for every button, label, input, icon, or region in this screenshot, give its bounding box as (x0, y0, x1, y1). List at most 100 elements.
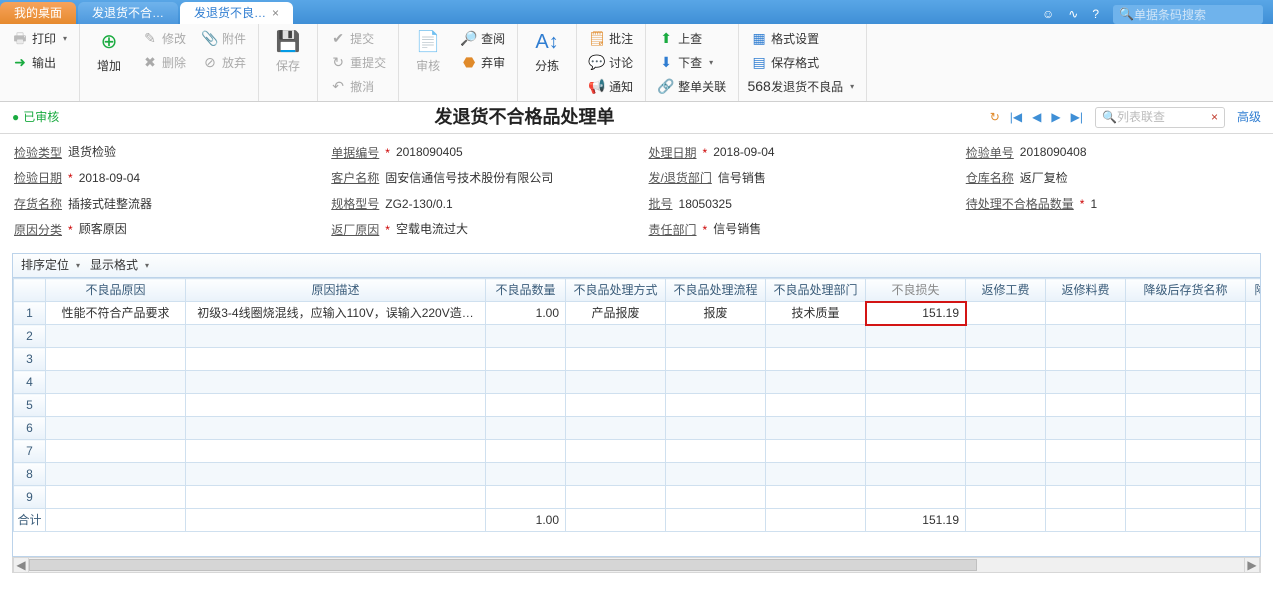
tab-doc-1[interactable]: 发退货不合… (78, 2, 178, 24)
scroll-left-icon[interactable]: ◀ (13, 558, 29, 572)
magnifier-icon: 🔎 (461, 31, 477, 47)
warehouse-label: 仓库名称 (966, 170, 1014, 187)
label: 保存 (276, 58, 300, 75)
tab-label: 我的桌面 (14, 5, 62, 22)
advanced-link[interactable]: 高级 (1237, 109, 1261, 126)
last-record-icon[interactable]: ▶| (1071, 109, 1083, 126)
col-defect-reason[interactable]: 不良品原因 (46, 279, 186, 302)
submit-button[interactable]: ✔提交 (326, 28, 390, 50)
label: 审核 (416, 58, 440, 75)
trace-down-button[interactable]: ⬇下查 (654, 52, 730, 74)
number-icon: 568 (751, 79, 767, 95)
total-loss: 151.19 (866, 509, 966, 532)
dept-value: 信号销售 (718, 170, 766, 188)
table-row[interactable]: 9 (14, 486, 1262, 509)
cell-process-flow[interactable]: 报废 (666, 302, 766, 325)
resubmit-button[interactable]: ↻重提交 (326, 52, 390, 74)
required-mark: * (385, 145, 390, 162)
discard-audit-button[interactable]: ⬣弃审 (457, 52, 509, 74)
smile-icon[interactable]: ☺ (1042, 6, 1054, 23)
table-row[interactable]: 5 (14, 394, 1262, 417)
sort-button[interactable]: A↕分拣 (526, 28, 568, 75)
defect-link-button[interactable]: 568发退货不良品 (747, 76, 858, 98)
sort-pos-button[interactable]: 排序定位 (21, 257, 80, 274)
audit-button[interactable]: 📄审核 (407, 28, 449, 75)
label: 提交 (350, 31, 374, 48)
label: 输出 (32, 55, 56, 72)
batch-approve-button[interactable]: 🗒批注 (585, 28, 637, 50)
col-defect-qty[interactable]: 不良品数量 (486, 279, 566, 302)
revoke-button[interactable]: ↶撤消 (326, 76, 390, 98)
abandon-button[interactable]: ⊘放弃 (198, 52, 250, 74)
cell-reason-desc[interactable]: 初级3-4线圈烧混线，应输入110V，误输入220V造… (186, 302, 486, 325)
inventory-value: 插接式硅整流器 (68, 196, 152, 214)
col-process-way[interactable]: 不良品处理方式 (566, 279, 666, 302)
refresh-icon: ↻ (330, 55, 346, 71)
cell-defect-loss[interactable]: 151.19 (866, 302, 966, 325)
save-button[interactable]: 💾保存 (267, 28, 309, 75)
cell[interactable] (966, 302, 1046, 325)
notify-button[interactable]: 📢通知 (585, 76, 637, 98)
horizontal-scrollbar[interactable]: ◀ ▶ (12, 557, 1261, 573)
table-row[interactable]: 6 (14, 417, 1262, 440)
delete-button[interactable]: ✖删除 (138, 52, 190, 74)
cell-defect-reason[interactable]: 性能不符合产品要求 (46, 302, 186, 325)
addnew-button[interactable]: ⊕增加 (88, 28, 130, 75)
col-process-dept[interactable]: 不良品处理部门 (766, 279, 866, 302)
table-row[interactable]: 7 (14, 440, 1262, 463)
col-defect-loss[interactable]: 不良损失 (866, 279, 966, 302)
spec-value: ZG2-130/0.1 (385, 196, 452, 214)
first-record-icon[interactable]: |◀ (1010, 109, 1022, 126)
spec-label: 规格型号 (331, 196, 379, 213)
tab-desktop[interactable]: 我的桌面 (0, 2, 76, 24)
col-downgrade-name[interactable]: 降级后存货名称 (1126, 279, 1246, 302)
close-icon[interactable]: × (272, 5, 279, 22)
cell-process-way[interactable]: 产品报废 (566, 302, 666, 325)
table-row[interactable]: 1 性能不符合产品要求 初级3-4线圈烧混线，应输入110V，误输入220V造…… (14, 302, 1262, 325)
label: 显示格式 (90, 257, 138, 274)
table-row[interactable]: 3 (14, 348, 1262, 371)
link-icon[interactable]: ∿ (1068, 6, 1078, 23)
barcode-search[interactable]: 🔍 (1113, 5, 1263, 24)
print-button[interactable]: 🖶打印 (8, 28, 71, 50)
cell[interactable] (1246, 302, 1262, 325)
col-reason-desc[interactable]: 原因描述 (186, 279, 486, 302)
refresh-icon[interactable]: ↻ (990, 109, 1000, 126)
col-repair-material[interactable]: 返修料费 (1046, 279, 1126, 302)
cell-process-dept[interactable]: 技术质量 (766, 302, 866, 325)
table-row[interactable]: 2 (14, 325, 1262, 348)
tab-strip: 我的桌面 发退货不合… 发退货不良…× ☺ ∿ ? 🔍 (0, 0, 1273, 24)
detail-grid[interactable]: 不良品原因 原因描述 不良品数量 不良品处理方式 不良品处理流程 不良品处理部门… (12, 277, 1261, 557)
trace-up-button[interactable]: ⬆上查 (654, 28, 730, 50)
table-row[interactable]: 8 (14, 463, 1262, 486)
cell[interactable] (1126, 302, 1246, 325)
prev-record-icon[interactable]: ◀ (1032, 109, 1041, 126)
display-format-button[interactable]: 显示格式 (90, 257, 149, 274)
export-icon: ➜ (12, 55, 28, 71)
modify-button[interactable]: ✎修改 (138, 28, 190, 50)
list-search-input[interactable] (1117, 110, 1211, 124)
scroll-right-icon[interactable]: ▶ (1244, 558, 1260, 572)
attachment-button[interactable]: 📎附件 (198, 28, 250, 50)
tab-doc-2[interactable]: 发退货不良…× (180, 2, 293, 24)
col-more[interactable]: 降 (1246, 279, 1262, 302)
header-row: 不良品原因 原因描述 不良品数量 不良品处理方式 不良品处理流程 不良品处理部门… (14, 279, 1262, 302)
relation-button[interactable]: 🔗整单关联 (654, 76, 730, 98)
list-search[interactable]: 🔍 × (1095, 107, 1225, 128)
format-set-button[interactable]: ▦格式设置 (747, 28, 858, 50)
col-process-flow[interactable]: 不良品处理流程 (666, 279, 766, 302)
col-repair-labor[interactable]: 返修工费 (966, 279, 1046, 302)
query-button[interactable]: 🔎查阅 (457, 28, 509, 50)
barcode-search-input[interactable] (1134, 8, 1257, 22)
cell[interactable] (1046, 302, 1126, 325)
ribbon: 🖶打印 ➜输出 ⊕增加 ✎修改 ✖删除 📎附件 ⊘放弃 💾保存 ✔提交 ↻重提交… (0, 24, 1273, 102)
output-button[interactable]: ➜输出 (8, 52, 71, 74)
help-icon[interactable]: ? (1092, 6, 1099, 23)
cell-defect-qty[interactable]: 1.00 (486, 302, 566, 325)
save-format-button[interactable]: ▤保存格式 (747, 52, 858, 74)
next-record-icon[interactable]: ▶ (1051, 109, 1060, 126)
clear-icon[interactable]: × (1211, 109, 1218, 126)
table-row[interactable]: 4 (14, 371, 1262, 394)
discuss-button[interactable]: 💬讨论 (585, 52, 637, 74)
scroll-thumb[interactable] (29, 559, 977, 571)
